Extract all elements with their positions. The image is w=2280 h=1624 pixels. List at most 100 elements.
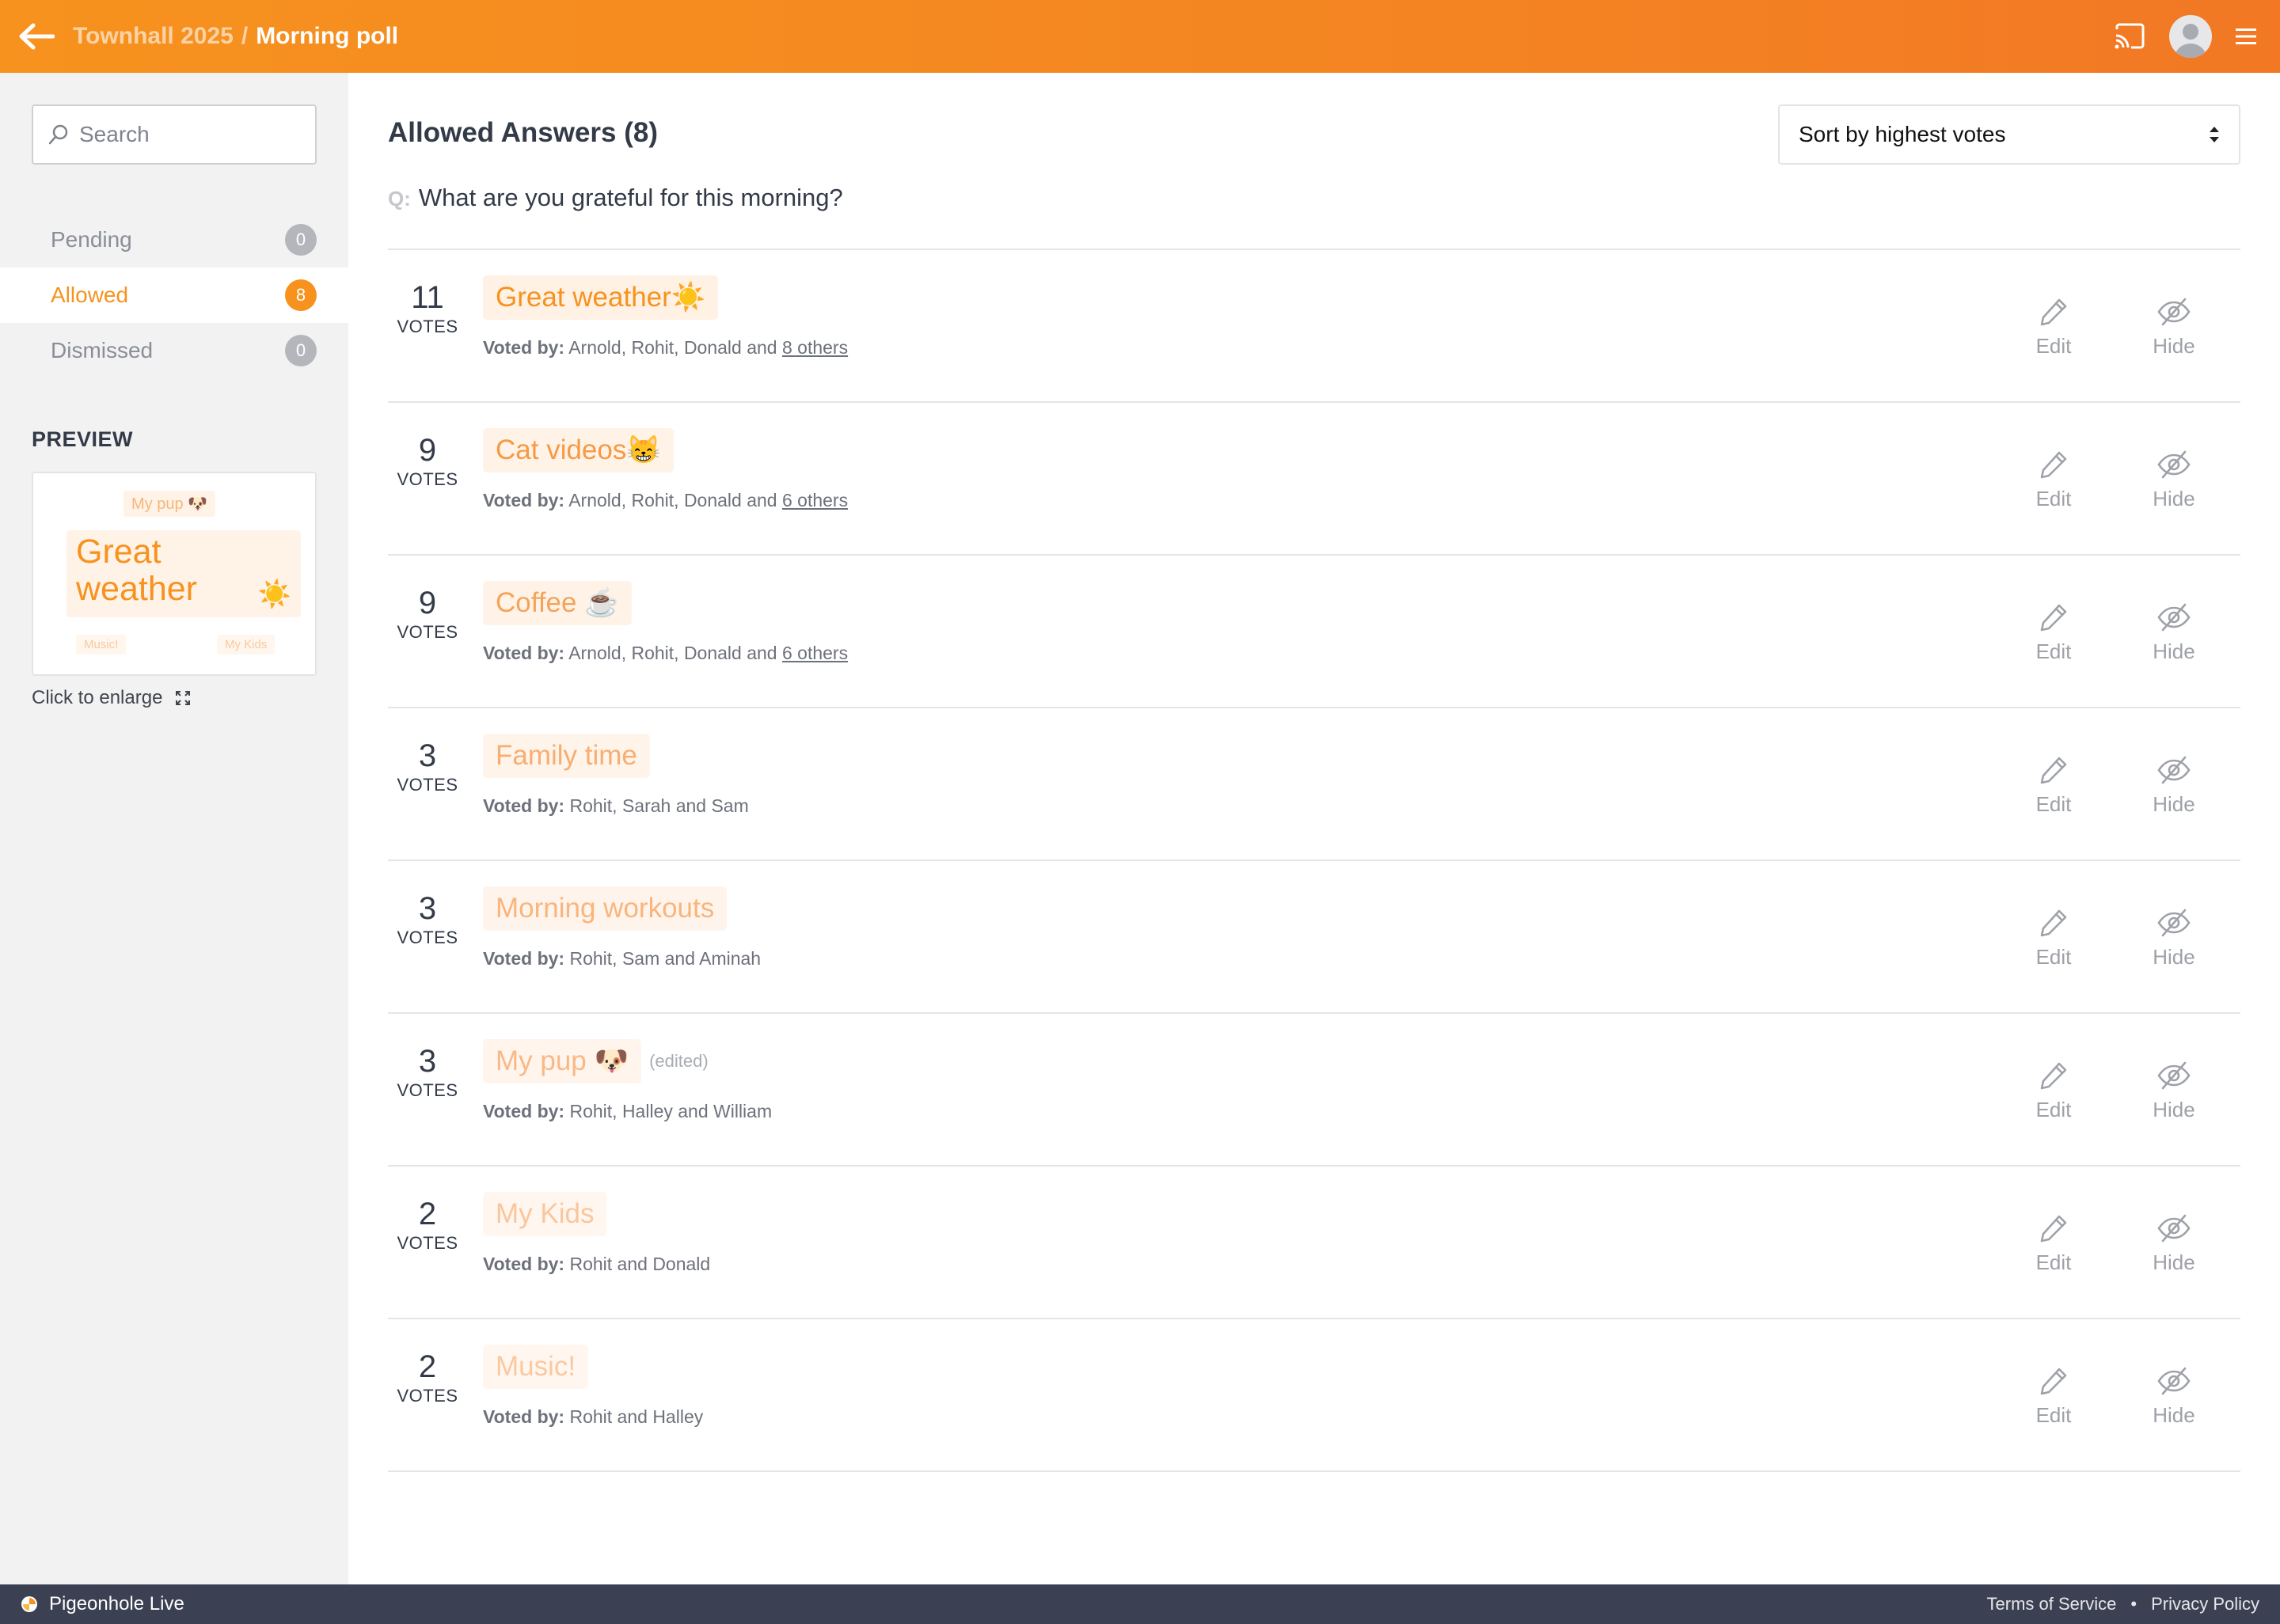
privacy-link[interactable]: Privacy Policy — [2151, 1594, 2259, 1615]
voters: Voted by: Arnold, Rohit, Donald and 8 ot… — [483, 337, 848, 359]
breadcrumb-event[interactable]: Townhall 2025 — [73, 23, 234, 50]
answer-row: 9 VOTES Cat videos😸 Voted by: Arnold, Rohit… — [388, 403, 2240, 556]
edit-button[interactable]: Edit — [2014, 1365, 2093, 1428]
nav-item-allowed[interactable]: Allowed 8 — [0, 268, 348, 323]
eye-slash-icon — [2157, 1061, 2191, 1090]
voters: Voted by: Rohit and Halley — [483, 1406, 703, 1428]
edit-button[interactable]: Edit — [2014, 296, 2093, 359]
others-link[interactable]: 6 others — [782, 643, 848, 663]
others-link[interactable]: 8 others — [782, 337, 848, 358]
pencil-icon — [2040, 1215, 2067, 1243]
edit-label: Edit — [2035, 487, 2072, 510]
votes-label: VOTES — [397, 1233, 458, 1253]
back-arrow-icon — [19, 23, 55, 50]
others-link[interactable]: 6 others — [782, 490, 848, 510]
hide-button[interactable]: Hide — [2134, 754, 2214, 817]
edit-label: Edit — [2035, 1250, 2072, 1274]
votes-label: VOTES — [397, 622, 458, 642]
edit-button[interactable]: Edit — [2014, 754, 2093, 817]
edit-button[interactable]: Edit — [2014, 1212, 2093, 1275]
sun-emoji: ☀️ — [257, 579, 291, 609]
enlarge-link[interactable]: Click to enlarge — [32, 687, 191, 709]
voted-by-label: Voted by: — [483, 337, 565, 358]
answer: My pup 🐶 (edited) — [483, 1039, 709, 1084]
answer-row: 2 VOTES Music! Voted by: Rohit and Halley Ed… — [388, 1319, 2240, 1472]
footer-dot: • — [2130, 1594, 2138, 1614]
hide-button[interactable]: Hide — [2134, 1365, 2214, 1428]
voted-by-label: Voted by: — [483, 643, 565, 663]
answer-text: My Kids — [483, 1192, 607, 1237]
hide-label: Hide — [2153, 1403, 2195, 1427]
answer: Cat videos😸 — [483, 428, 674, 473]
footer-brand[interactable]: Pigeonhole Live — [21, 1593, 184, 1615]
vote-count: 9 VOTES — [388, 433, 467, 490]
back-button[interactable] — [0, 0, 73, 73]
voted-by-label: Voted by: — [483, 1406, 565, 1427]
answer-text: My pup 🐶 — [483, 1039, 642, 1084]
answer: Coffee ☕ — [483, 581, 632, 626]
voter-names: Rohit, Sarah and Sam — [569, 795, 749, 816]
voter-names: Rohit and Halley — [569, 1406, 704, 1427]
search-box[interactable] — [32, 104, 317, 165]
vote-count: 9 VOTES — [388, 586, 467, 643]
hide-button[interactable]: Hide — [2134, 296, 2214, 359]
votes-label: VOTES — [397, 928, 458, 947]
hide-label: Hide — [2153, 1098, 2195, 1121]
vote-number: 2 — [418, 1197, 437, 1231]
hide-button[interactable]: Hide — [2134, 907, 2214, 969]
pencil-icon — [2040, 1062, 2067, 1090]
answer-row: 9 VOTES Coffee ☕ Voted by: Arnold, Rohit, D… — [388, 556, 2240, 708]
hide-label: Hide — [2153, 792, 2195, 816]
cast-icon[interactable] — [2114, 23, 2145, 50]
page-title: Allowed Answers (8) — [388, 117, 658, 148]
expand-icon — [176, 691, 191, 705]
pencil-icon — [2040, 757, 2067, 784]
edit-button[interactable]: Edit — [2014, 601, 2093, 664]
edit-label: Edit — [2035, 792, 2072, 816]
edit-label: Edit — [2035, 334, 2072, 358]
count-badge: 8 — [285, 279, 317, 311]
eye-slash-icon — [2157, 756, 2191, 784]
preview-word-kids: My Kids — [217, 635, 276, 655]
edit-button[interactable]: Edit — [2014, 907, 2093, 969]
voters: Voted by: Rohit, Halley and William — [483, 1101, 772, 1122]
nav-label: Allowed — [51, 283, 129, 307]
terms-link[interactable]: Terms of Service — [1987, 1594, 2117, 1615]
votes-label: VOTES — [397, 1386, 458, 1406]
preview-thumbnail[interactable]: My pup 🐶 Great weather ☀️ Music! My Kids — [32, 472, 317, 676]
answer-text: Family time — [483, 734, 650, 779]
menu-icon[interactable] — [2236, 27, 2256, 46]
answer: Music! — [483, 1345, 589, 1390]
question: Q: What are you grateful for this mornin… — [388, 184, 843, 212]
user-icon — [2175, 24, 2206, 58]
answer-row: 3 VOTES Morning workouts Voted by: Rohit, S… — [388, 861, 2240, 1014]
sidebar: Pending 0 Allowed 8 Dismissed 0 PREVIEW … — [0, 73, 348, 1584]
nav-item-pending[interactable]: Pending 0 — [0, 212, 348, 268]
sort-select[interactable]: Sort by highest votes — [1778, 104, 2240, 165]
vote-count: 3 VOTES — [388, 1044, 467, 1101]
voters: Voted by: Rohit, Sam and Aminah — [483, 948, 761, 969]
vote-number: 9 — [418, 433, 437, 468]
vote-count: 2 VOTES — [388, 1349, 467, 1406]
edit-button[interactable]: Edit — [2014, 449, 2093, 511]
answer-text: Cat videos😸 — [483, 428, 674, 473]
search-input[interactable] — [79, 122, 301, 147]
nav-item-dismissed[interactable]: Dismissed 0 — [0, 323, 348, 378]
hide-button[interactable]: Hide — [2134, 449, 2214, 511]
hide-label: Hide — [2153, 334, 2195, 358]
answer-row: 3 VOTES My pup 🐶 (edited) Voted by: Rohit, H… — [388, 1014, 2240, 1167]
edit-button[interactable]: Edit — [2014, 1060, 2093, 1122]
voter-names: Rohit, Halley and William — [569, 1101, 773, 1121]
vote-number: 9 — [418, 586, 437, 620]
eye-slash-icon — [2157, 603, 2191, 632]
edited-tag: (edited) — [649, 1051, 709, 1072]
edit-label: Edit — [2035, 639, 2072, 663]
avatar[interactable] — [2169, 15, 2212, 58]
breadcrumb-poll: Morning poll — [256, 23, 399, 49]
hide-button[interactable]: Hide — [2134, 601, 2214, 664]
hide-button[interactable]: Hide — [2134, 1212, 2214, 1275]
hide-button[interactable]: Hide — [2134, 1060, 2214, 1122]
voter-names: Arnold, Rohit, Donald and — [568, 643, 782, 663]
voter-names: Rohit and Donald — [569, 1254, 711, 1274]
answer-text: Morning workouts — [483, 886, 728, 932]
